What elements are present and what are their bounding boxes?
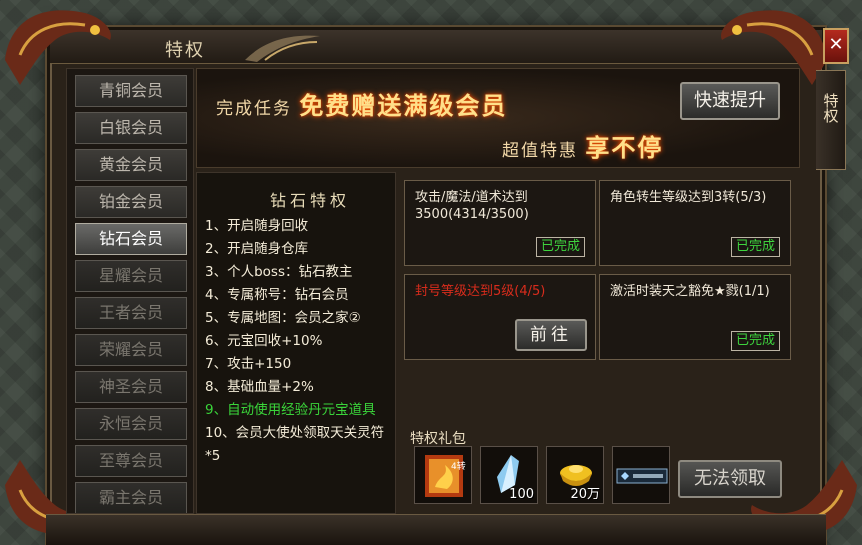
task-text: 封号等级达到5级(4/5) bbox=[415, 284, 546, 299]
tab-privilege-label: 特权 bbox=[821, 93, 840, 123]
member-tab-eternal[interactable]: 永恒会员 bbox=[75, 408, 187, 440]
gift-slot[interactable]: 100 bbox=[480, 446, 538, 504]
diamond-title-icon bbox=[616, 468, 668, 484]
task-card: 角色转生等级达到3转(5/3) 已完成 bbox=[599, 180, 791, 266]
banner-line-2: 超值特惠 享不停 bbox=[502, 128, 663, 163]
task-text: 角色转生等级达到3转(5/3) bbox=[610, 190, 767, 205]
member-tab-star[interactable]: 星耀会员 bbox=[75, 260, 187, 292]
task-card: 激活时装天之豁免★戮(1/1) 已完成 bbox=[599, 274, 791, 360]
perk-item: 2、开启随身仓库 bbox=[205, 241, 309, 257]
quick-upgrade-button[interactable]: 快速提升 bbox=[680, 82, 780, 120]
svg-text:4转: 4转 bbox=[451, 460, 466, 472]
banner-line-1: 完成任务 免费赠送满级会员 bbox=[216, 86, 507, 121]
perk-item: 8、基础血量+2% bbox=[205, 379, 314, 395]
task-complete-badge: 已完成 bbox=[535, 237, 585, 257]
banner-line-2-highlight: 享不停 bbox=[585, 133, 664, 162]
tab-privilege[interactable]: 特权 bbox=[816, 70, 846, 170]
task-card: 攻击/魔法/道术达到3500(4314/3500) 已完成 bbox=[404, 180, 596, 266]
task-card: 封号等级达到5级(4/5) 前往 bbox=[404, 274, 596, 360]
window-title: 特权 bbox=[165, 40, 205, 61]
gift-slot[interactable]: 20万 bbox=[546, 446, 604, 504]
member-tab-diamond[interactable]: 钻石会员 bbox=[75, 223, 187, 255]
perk-item: 10、会员大使处领取天关灵符*5 bbox=[205, 425, 385, 464]
close-button[interactable]: ✕ bbox=[823, 28, 849, 64]
go-button[interactable]: 前往 bbox=[515, 319, 587, 351]
member-tab-king[interactable]: 王者会员 bbox=[75, 297, 187, 329]
task-complete-badge: 已完成 bbox=[730, 331, 780, 351]
member-tab-platinum[interactable]: 铂金会员 bbox=[75, 186, 187, 218]
gift-slot[interactable] bbox=[612, 446, 670, 504]
perk-item: 4、专属称号：钻石会员 bbox=[205, 287, 349, 303]
perk-item: 3、个人boss：钻石教主 bbox=[205, 264, 353, 280]
perk-item: 1、开启随身回收 bbox=[205, 218, 309, 234]
member-tab-silver[interactable]: 白银会员 bbox=[75, 112, 187, 144]
gift-qty: 20万 bbox=[570, 487, 600, 502]
member-tab-overlord[interactable]: 霸主会员 bbox=[75, 482, 187, 513]
member-tab-bronze[interactable]: 青铜会员 bbox=[75, 75, 187, 107]
member-tier-list: 青铜会员 白银会员 黄金会员 铂金会员 钻石会员 星耀会员 王者会员 荣耀会员 … bbox=[66, 68, 194, 514]
gift-slot[interactable]: 4转 bbox=[414, 446, 472, 504]
gift-pack-label: 特权礼包 bbox=[410, 431, 466, 447]
member-tab-sacred[interactable]: 神圣会员 bbox=[75, 371, 187, 403]
gift-qty: 100 bbox=[509, 487, 534, 502]
banner-line-1-prefix: 完成任务 bbox=[216, 99, 292, 119]
fire-scroll-icon: 4转 bbox=[425, 455, 466, 497]
perk-item: 7、攻击+150 bbox=[205, 356, 292, 372]
bottom-frame bbox=[46, 514, 826, 545]
title-ornament-icon bbox=[245, 35, 320, 62]
task-complete-badge: 已完成 bbox=[730, 237, 780, 257]
task-text: 激活时装天之豁免★戮(1/1) bbox=[610, 284, 770, 299]
claim-button[interactable]: 无法领取 bbox=[678, 460, 782, 498]
perk-item: 9、自动使用经验丹元宝道具 bbox=[205, 402, 376, 418]
banner-line-1-highlight: 免费赠送满级会员 bbox=[299, 91, 508, 120]
perk-item: 6、元宝回收+10% bbox=[205, 333, 323, 349]
perks-title: 钻石特权 bbox=[269, 191, 350, 210]
task-text: 攻击/魔法/道术达到3500(4314/3500) bbox=[415, 190, 529, 222]
perks-panel: 钻石特权 1、开启随身回收 2、开启随身仓库 3、个人boss：钻石教主 4、专… bbox=[196, 172, 396, 514]
member-tab-supreme[interactable]: 至尊会员 bbox=[75, 445, 187, 477]
banner-line-2-prefix: 超值特惠 bbox=[502, 141, 578, 161]
perk-item: 5、专属地图：会员之家② bbox=[205, 310, 361, 326]
member-tab-glory[interactable]: 荣耀会员 bbox=[75, 334, 187, 366]
member-tab-gold[interactable]: 黄金会员 bbox=[75, 149, 187, 181]
